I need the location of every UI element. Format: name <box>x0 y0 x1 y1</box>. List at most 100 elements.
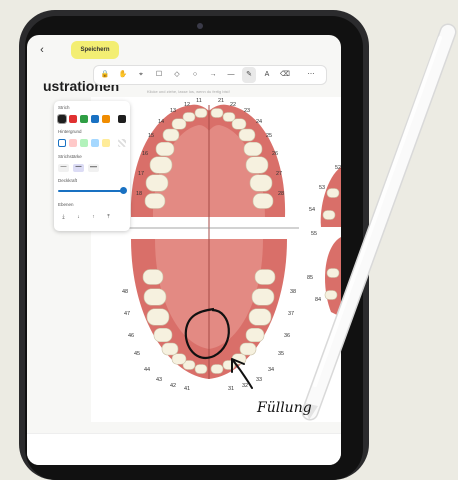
tooth-number: 32 <box>242 383 248 389</box>
tooth-15[interactable] <box>155 141 175 157</box>
send-backward-icon[interactable]: ↓ <box>73 213 84 221</box>
tooth-number: 42 <box>170 383 176 389</box>
tooth-number: 36 <box>284 333 290 339</box>
quadrant-label: 2.Quadrant <box>215 220 241 226</box>
cursor-icon[interactable]: ⌖ <box>134 67 148 83</box>
tooth-number: 38 <box>290 289 296 295</box>
tooth-number: 28 <box>278 191 284 197</box>
lock-icon[interactable]: 🔒 <box>98 67 112 83</box>
tooth-27[interactable] <box>249 174 273 192</box>
tooth-number: 35 <box>278 351 284 357</box>
stroke-width-thick[interactable]: — <box>88 164 99 172</box>
tooth-36[interactable] <box>248 308 272 326</box>
tooth-18[interactable] <box>144 193 166 209</box>
more-icon[interactable]: ⋯ <box>304 67 318 83</box>
second-chart-tooth[interactable] <box>326 268 340 278</box>
text-icon[interactable]: A <box>260 67 274 83</box>
tooth-11[interactable] <box>194 108 208 118</box>
bg-swatch-blue[interactable] <box>91 139 99 147</box>
tooth-number: 17 <box>138 171 144 177</box>
second-chart-number: 53 <box>319 185 325 191</box>
second-chart-tooth[interactable] <box>324 290 338 300</box>
bg-swatch-pink[interactable] <box>69 139 77 147</box>
tooth-number: 12 <box>184 102 190 108</box>
stroke-width-medium[interactable]: — <box>73 164 84 172</box>
tooth-28[interactable] <box>252 193 274 209</box>
tooth-31[interactable] <box>210 364 224 374</box>
stroke-swatch-blue[interactable] <box>91 115 99 123</box>
opacity-slider[interactable] <box>58 190 122 192</box>
tooth-number: 46 <box>128 333 134 339</box>
opacity-slider-handle[interactable] <box>120 187 127 194</box>
tooth-number: 43 <box>156 377 162 383</box>
quadrant-label: 3.Quadrant <box>169 231 195 237</box>
line-icon[interactable]: — <box>224 67 238 83</box>
stroke-width-thin[interactable]: — <box>58 164 69 172</box>
quadrant-label: 4.Quadrant <box>215 231 241 237</box>
tooth-number: 21 <box>218 98 224 104</box>
stroke-swatch-black[interactable] <box>57 114 67 124</box>
tooth-33[interactable] <box>231 353 247 365</box>
second-chart-number: 84 <box>315 297 321 303</box>
tooth-21[interactable] <box>210 108 224 118</box>
background-label: Hintergrund <box>58 129 82 134</box>
tooth-16[interactable] <box>149 156 173 174</box>
bring-front-icon[interactable]: ⤒ <box>103 213 114 221</box>
stroke-swatch-red[interactable] <box>69 115 77 123</box>
tooth-number: 41 <box>184 386 190 392</box>
bg-swatch-green[interactable] <box>80 139 88 147</box>
hand-icon[interactable]: ✋ <box>116 67 130 83</box>
stroke-swatch-green[interactable] <box>80 115 88 123</box>
square-icon[interactable]: ☐ <box>152 67 166 83</box>
save-button[interactable]: Speichern <box>71 41 119 59</box>
tooth-number: 23 <box>244 108 250 114</box>
stroke-swatch-custom[interactable] <box>118 115 126 123</box>
stroke-swatch-orange[interactable] <box>102 115 110 123</box>
tooth-45[interactable] <box>153 327 173 343</box>
tooth-44[interactable] <box>161 342 179 356</box>
drawing-toolbar: 🔒 ✋ ⌖ ☐ ◇ ○ → — ✎ A ⌫ ⋯ <box>93 65 327 85</box>
tooth-number: 11 <box>196 98 202 104</box>
tooth-13[interactable] <box>171 118 187 130</box>
tooth-37[interactable] <box>251 288 275 306</box>
tooth-43[interactable] <box>171 353 187 365</box>
bring-forward-icon[interactable]: ↑ <box>88 213 99 221</box>
tooth-number: 18 <box>136 191 142 197</box>
pencil-icon[interactable]: ✎ <box>242 67 256 83</box>
layers-label: Ebenen <box>58 202 74 207</box>
diamond-icon[interactable]: ◇ <box>170 67 184 83</box>
eraser-icon[interactable]: ⌫ <box>278 67 292 83</box>
tooth-number: 44 <box>144 367 150 373</box>
back-button[interactable]: ‹ <box>33 41 51 59</box>
arrow-icon[interactable]: → <box>206 67 220 83</box>
tooth-35[interactable] <box>245 327 265 343</box>
tooth-47[interactable] <box>143 288 167 306</box>
second-chart-tooth[interactable] <box>326 188 340 198</box>
second-chart-tooth[interactable] <box>322 210 336 220</box>
bg-swatch-transparent[interactable] <box>58 139 66 147</box>
tooth-41[interactable] <box>194 364 208 374</box>
tooth-number: 48 <box>122 289 128 295</box>
bg-swatch-yellow[interactable] <box>102 139 110 147</box>
bg-swatch-custom[interactable] <box>118 139 126 147</box>
tooth-number: 24 <box>256 119 262 125</box>
circle-icon[interactable]: ○ <box>188 67 202 83</box>
tooth-17[interactable] <box>145 174 169 192</box>
opacity-label: Deckkraft <box>58 178 78 183</box>
tooth-number: 45 <box>134 351 140 357</box>
tooth-46[interactable] <box>146 308 170 326</box>
tooth-23[interactable] <box>231 118 247 130</box>
second-chart-number: 54 <box>309 207 315 213</box>
tooth-number: 13 <box>170 108 176 114</box>
tooth-48[interactable] <box>142 269 164 285</box>
tooth-25[interactable] <box>243 141 263 157</box>
tooth-24[interactable] <box>238 128 256 142</box>
tooth-38[interactable] <box>254 269 276 285</box>
tooth-14[interactable] <box>162 128 180 142</box>
next-page <box>27 433 341 465</box>
tooth-number: 16 <box>142 151 148 157</box>
tooth-34[interactable] <box>239 342 257 356</box>
stroke-width-label: Strichstärke <box>58 154 82 159</box>
send-back-icon[interactable]: ⤓ <box>58 213 69 221</box>
tooth-26[interactable] <box>245 156 269 174</box>
